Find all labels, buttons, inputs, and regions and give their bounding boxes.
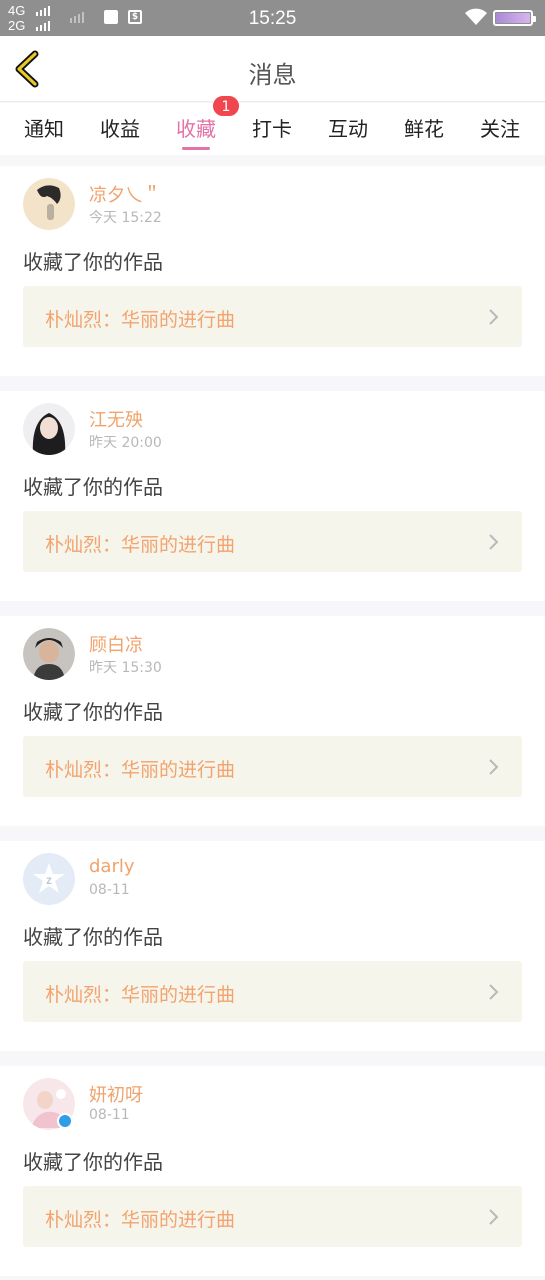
timestamp: 08-11 xyxy=(89,1107,130,1123)
username[interactable]: darly xyxy=(89,856,135,877)
username[interactable]: 江无殃 xyxy=(89,406,143,432)
unread-badge: 1 xyxy=(212,95,240,117)
timestamp: 08-11 xyxy=(89,882,130,898)
action-text: 收藏了你的作品 xyxy=(23,475,163,499)
verified-badge-icon xyxy=(57,1113,73,1129)
chevron-right-icon xyxy=(489,984,499,1000)
tab-follow[interactable]: 关注 xyxy=(470,113,530,142)
chevron-right-icon xyxy=(489,309,499,325)
chevron-right-icon xyxy=(489,534,499,550)
work-link[interactable]: 朴灿烈：华丽的进行曲 xyxy=(23,1186,522,1247)
action-text: 收藏了你的作品 xyxy=(23,1150,163,1174)
work-title: 朴灿烈：华丽的进行曲 xyxy=(45,534,236,556)
notification-card: 顾白凉 昨天 15:30 收藏了你的作品 朴灿烈：华丽的进行曲 xyxy=(0,616,545,826)
chevron-right-icon xyxy=(489,759,499,775)
tab-favorites[interactable]: 收藏 xyxy=(166,113,226,142)
work-title: 朴灿烈：华丽的进行曲 xyxy=(45,309,236,331)
timestamp: 昨天 15:30 xyxy=(89,660,162,676)
tab-earnings[interactable]: 收益 xyxy=(90,113,150,142)
tab-bar: 通知 收益 收藏 打卡 互动 鲜花 关注 xyxy=(0,103,545,155)
work-link[interactable]: 朴灿烈：华丽的进行曲 xyxy=(23,511,522,572)
avatar[interactable] xyxy=(23,403,75,455)
wifi-icon xyxy=(465,8,487,25)
work-title: 朴灿烈：华丽的进行曲 xyxy=(45,759,236,781)
work-title: 朴灿烈：华丽的进行曲 xyxy=(45,1209,236,1231)
username[interactable]: 凉夕乀＂ xyxy=(89,181,161,207)
avatar[interactable] xyxy=(23,178,75,230)
avatar[interactable]: z xyxy=(23,853,75,905)
action-text: 收藏了你的作品 xyxy=(23,925,163,949)
notification-card: 妍初呀 08-11 收藏了你的作品 朴灿烈：华丽的进行曲 xyxy=(0,1066,545,1276)
battery-icon xyxy=(493,10,536,26)
avatar[interactable] xyxy=(23,628,75,680)
notification-card: 江无殃 昨天 20:00 收藏了你的作品 朴灿烈：华丽的进行曲 xyxy=(0,391,545,601)
chevron-right-icon xyxy=(489,1209,499,1225)
page-title: 消息 xyxy=(248,61,297,89)
work-title: 朴灿烈：华丽的进行曲 xyxy=(45,984,236,1006)
tab-active-indicator xyxy=(182,147,210,150)
nav-bar: 消息 xyxy=(0,36,545,102)
tab-interaction[interactable]: 互动 xyxy=(318,113,378,142)
work-link[interactable]: 朴灿烈：华丽的进行曲 xyxy=(23,961,522,1022)
notification-card: 凉夕乀＂ 今天 15:22 收藏了你的作品 朴灿烈：华丽的进行曲 xyxy=(0,166,545,376)
tab-notice[interactable]: 通知 xyxy=(14,113,74,142)
svg-text:z: z xyxy=(46,873,52,887)
status-bar: 4G 2G $ 15:25 xyxy=(0,0,545,36)
tab-checkin[interactable]: 打卡 xyxy=(242,113,302,142)
username[interactable]: 顾白凉 xyxy=(89,631,143,657)
notification-card: z darly 08-11 收藏了你的作品 朴灿烈：华丽的进行曲 xyxy=(0,841,545,1051)
tab-flowers[interactable]: 鲜花 xyxy=(394,113,454,142)
work-link[interactable]: 朴灿烈：华丽的进行曲 xyxy=(23,286,522,347)
action-text: 收藏了你的作品 xyxy=(23,700,163,724)
work-link[interactable]: 朴灿烈：华丽的进行曲 xyxy=(23,736,522,797)
action-text: 收藏了你的作品 xyxy=(23,250,163,274)
timestamp: 昨天 20:00 xyxy=(89,435,162,451)
username[interactable]: 妍初呀 xyxy=(89,1081,143,1107)
timestamp: 今天 15:22 xyxy=(89,210,162,226)
